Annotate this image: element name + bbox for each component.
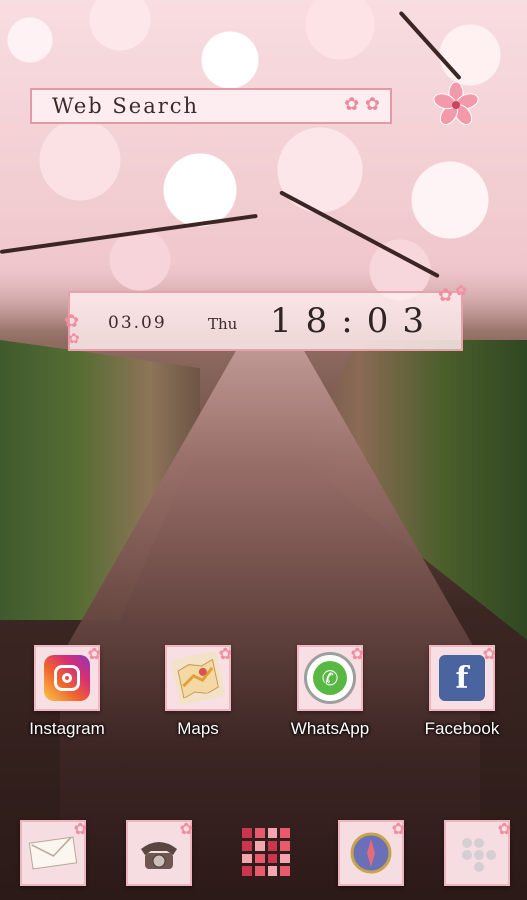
app-drawer-icon[interactable] <box>242 828 290 876</box>
flower-decoration-icon: ✿ <box>218 644 232 663</box>
clock-widget[interactable]: ✿ ✿ ✿ ✿ 03.09 Thu 18:03 <box>64 283 467 351</box>
app-frame: ✿ ✆ <box>297 644 364 711</box>
app-frame: ✿ f <box>429 644 496 711</box>
app-frame: ✿ <box>165 644 232 711</box>
flower-decoration-icon: ✿ <box>64 311 80 332</box>
app-frame: ✿ <box>34 644 101 711</box>
flower-decoration-icon: ✿ <box>350 644 364 663</box>
app-label: Instagram <box>29 719 105 738</box>
flower-decoration-icon: ✿ <box>497 819 511 838</box>
flower-decoration-icon: ✿ <box>87 644 101 663</box>
dock-mail[interactable]: ✿ <box>20 819 87 886</box>
flower-decoration-icon: ✿ <box>179 819 193 838</box>
search-label: Web Search <box>52 94 200 118</box>
compass-icon <box>350 832 392 874</box>
clock-time: 18:03 <box>270 301 438 341</box>
flower-decoration-icon: ✿ ✿ <box>344 94 380 115</box>
app-label: WhatsApp <box>290 719 370 738</box>
flower-decoration-icon: ✿ <box>73 819 87 838</box>
phone-icon <box>141 842 177 869</box>
cherry-blossom-wallpaper <box>0 0 527 330</box>
web-search-bar[interactable]: Web Search ✿ ✿ <box>30 88 392 124</box>
maps-icon <box>170 650 226 706</box>
app-whatsapp[interactable]: ✿ ✆ WhatsApp <box>280 644 380 739</box>
app-maps[interactable]: ✿ Maps <box>148 644 248 739</box>
dock-browser[interactable]: ✿ <box>338 819 405 886</box>
flower-decoration-icon: ✿ <box>437 285 453 306</box>
mail-icon <box>29 836 77 870</box>
app-instagram[interactable]: ✿ Instagram <box>17 644 117 739</box>
flower-decoration-icon: ✿ <box>455 283 467 299</box>
app-facebook[interactable]: ✿ f Facebook <box>412 644 512 739</box>
whatsapp-icon: ✆ <box>304 652 356 704</box>
clock-date: 03.09 <box>108 313 167 333</box>
flower-decoration-icon: ✿ <box>68 331 80 347</box>
app-label: Facebook <box>424 719 500 738</box>
dialpad-icon <box>462 838 496 872</box>
dock-phone[interactable]: ✿ <box>126 819 193 886</box>
home-screen: Web Search ✿ ✿ ✿ ✿ ✿ ✿ 03.09 Thu 18:03 ✿… <box>0 0 527 900</box>
facebook-icon: f <box>439 655 485 701</box>
flower-decoration-icon: ✿ <box>482 644 496 663</box>
dock-dialer[interactable]: ✿ <box>444 819 511 886</box>
instagram-icon <box>44 655 90 701</box>
clock-day: Thu <box>208 315 238 333</box>
app-label: Maps <box>177 719 219 738</box>
flower-decoration-icon: ✿ <box>391 819 405 838</box>
sakura-flower-icon <box>433 82 479 126</box>
